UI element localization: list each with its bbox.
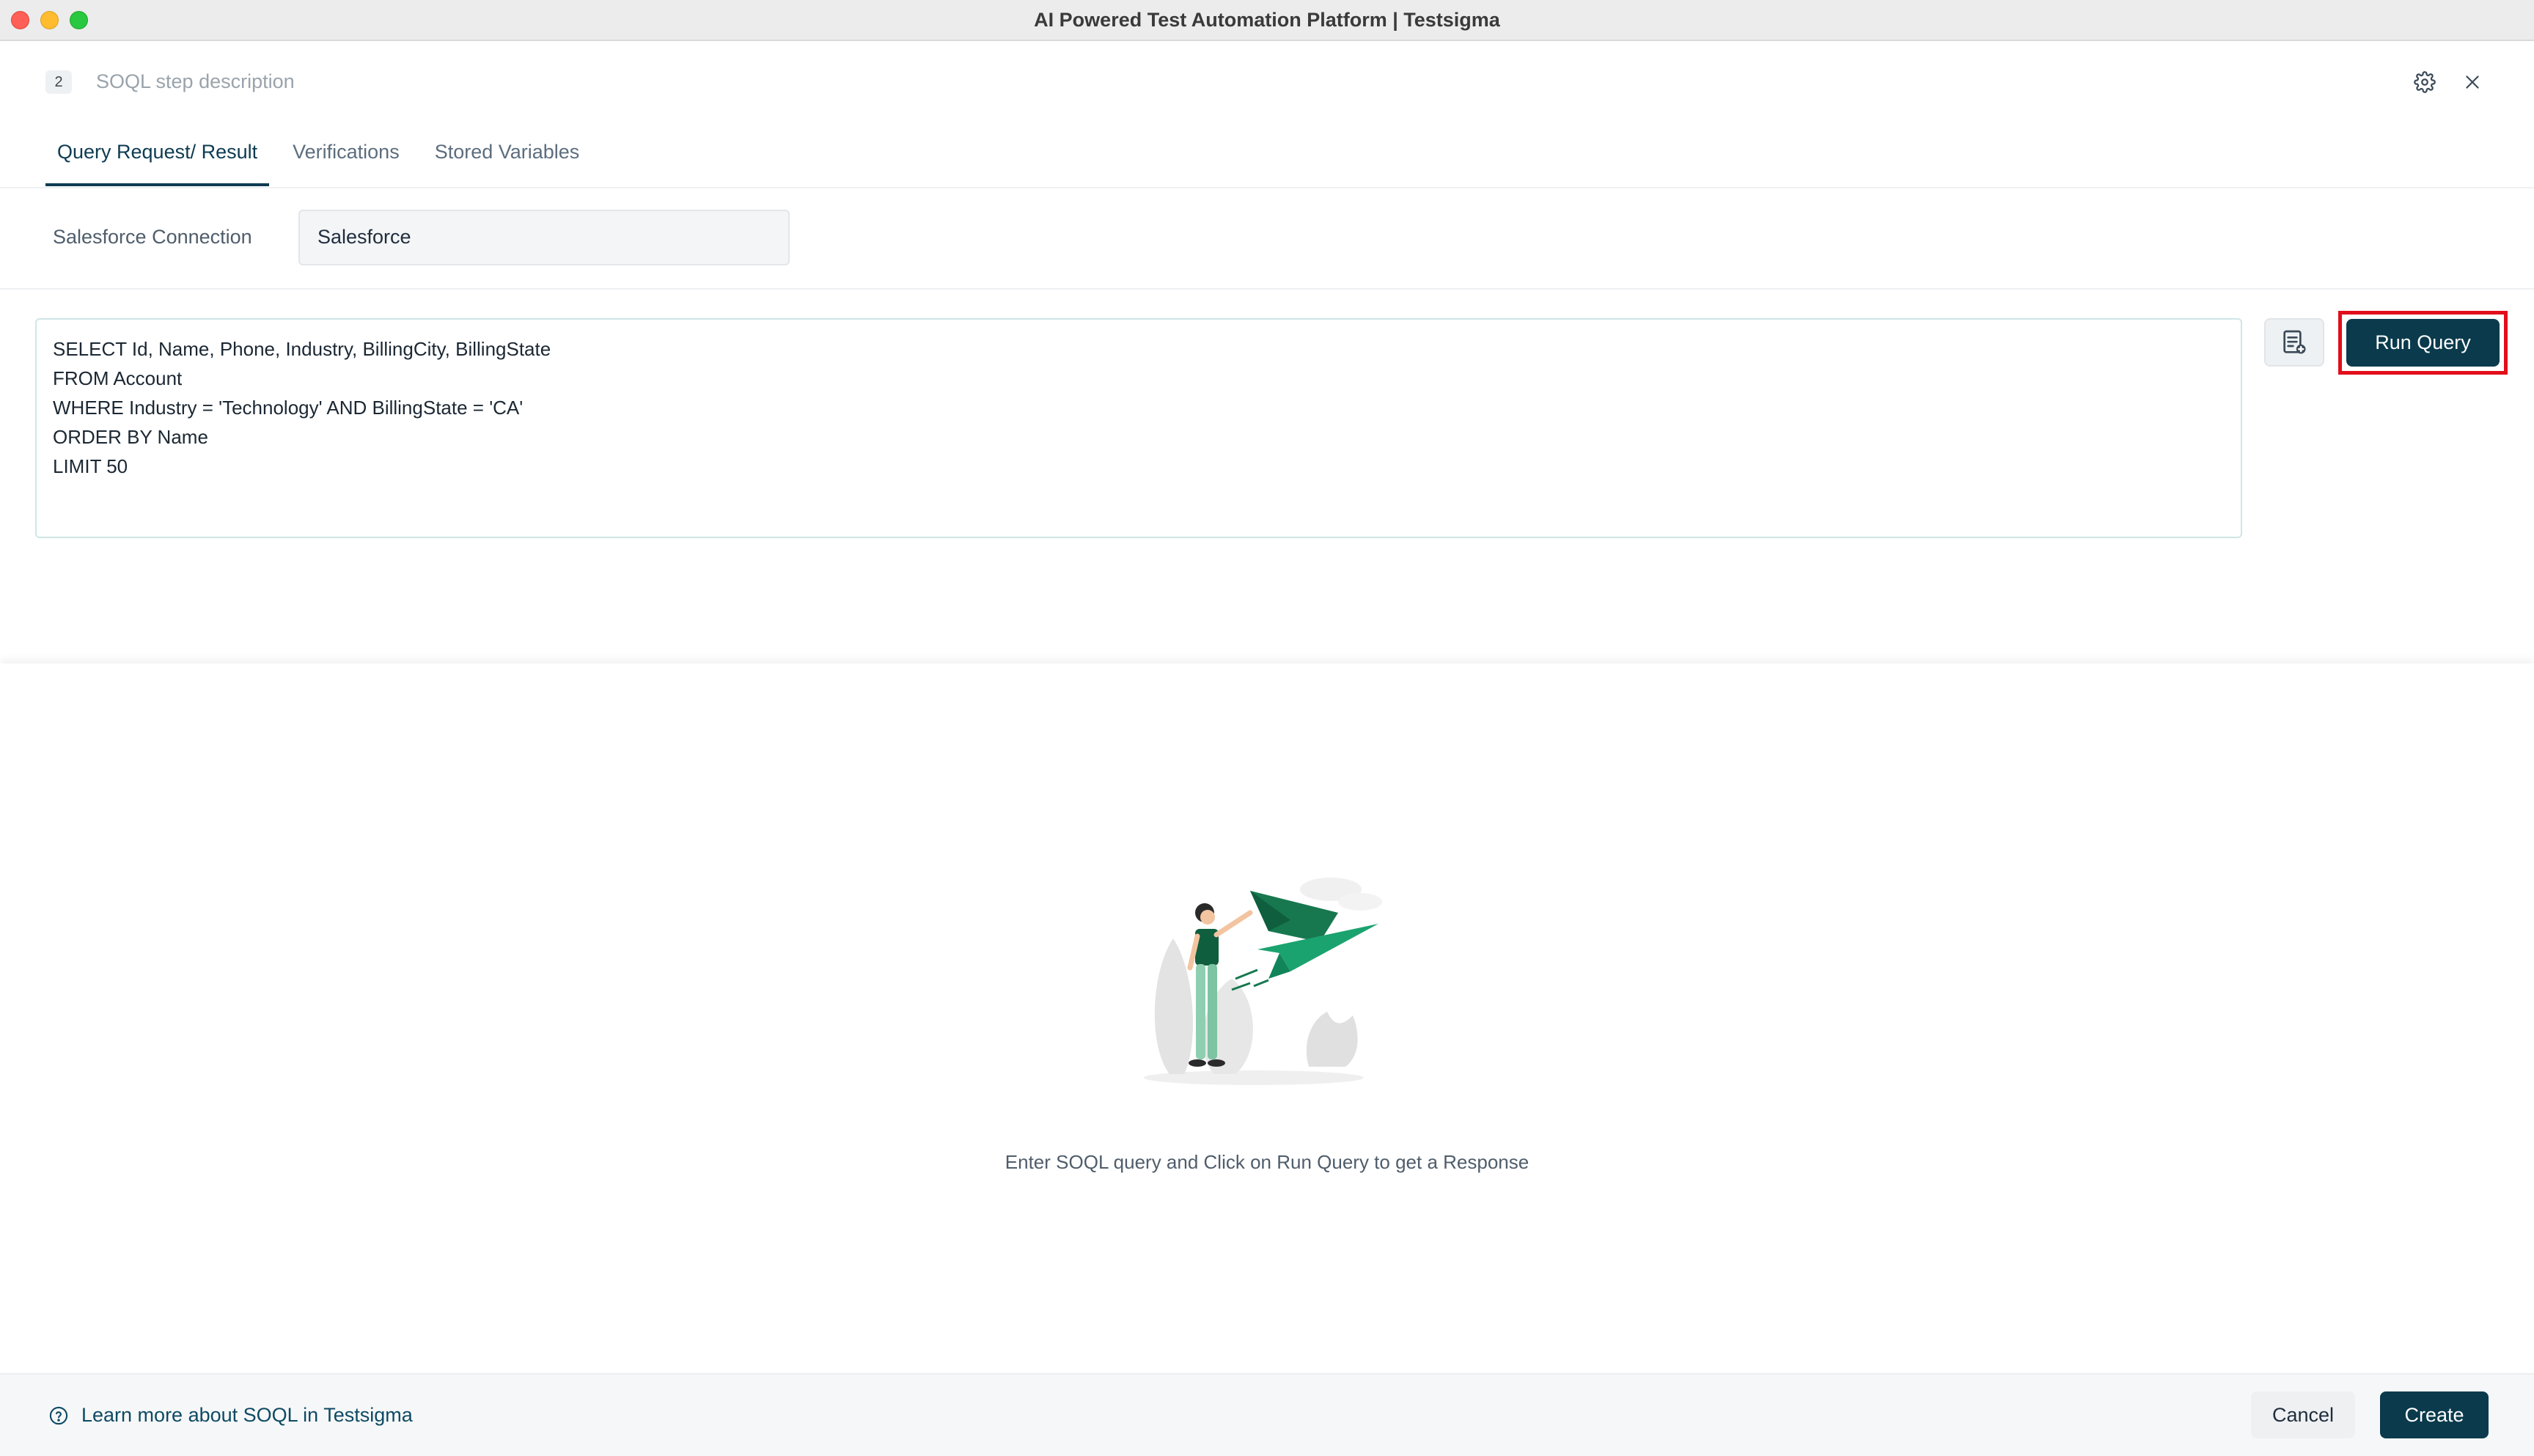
tabs-divider (0, 187, 2534, 188)
tab-stored-variables[interactable]: Stored Variables (423, 129, 592, 186)
learn-more-soql-link[interactable]: Learn more about SOQL in Testsigma (81, 1404, 413, 1427)
salesforce-connection-field[interactable]: Salesforce (298, 210, 790, 265)
connection-divider (0, 288, 2534, 290)
query-line: LIMIT 50 (53, 455, 128, 477)
tab-verifications[interactable]: Verifications (281, 129, 411, 186)
query-line: FROM Account (53, 367, 183, 389)
tab-query-request-result[interactable]: Query Request/ Result (45, 129, 270, 186)
step-description[interactable]: SOQL step description (96, 70, 295, 93)
create-button[interactable]: Create (2380, 1391, 2489, 1438)
query-line: ORDER BY Name (53, 426, 208, 448)
gear-icon[interactable] (2410, 67, 2439, 97)
window-title: AI Powered Test Automation Platform | Te… (1034, 9, 1500, 31)
help-circle-icon (49, 1406, 68, 1425)
step-tabs: Query Request/ Result Verifications Stor… (45, 129, 603, 186)
window-titlebar: AI Powered Test Automation Platform | Te… (0, 0, 2534, 41)
query-line: SELECT Id, Name, Phone, Industry, Billin… (53, 338, 551, 360)
soql-query-editor[interactable]: SELECT Id, Name, Phone, Industry, Billin… (35, 318, 2242, 538)
query-history-button[interactable] (2264, 318, 2324, 367)
cancel-button[interactable]: Cancel (2251, 1391, 2355, 1438)
query-history-icon (2283, 330, 2306, 354)
query-line: WHERE Industry = 'Technology' AND Billin… (53, 397, 524, 419)
paper-plane-illustration (1140, 869, 1393, 1089)
close-icon[interactable] (2458, 67, 2487, 97)
run-query-button[interactable]: Run Query (2346, 319, 2500, 367)
salesforce-connection-label: Salesforce Connection (53, 226, 252, 248)
step-number-badge: 2 (45, 70, 72, 94)
empty-result-message: Enter SOQL query and Click on Run Query … (1005, 1151, 1529, 1173)
